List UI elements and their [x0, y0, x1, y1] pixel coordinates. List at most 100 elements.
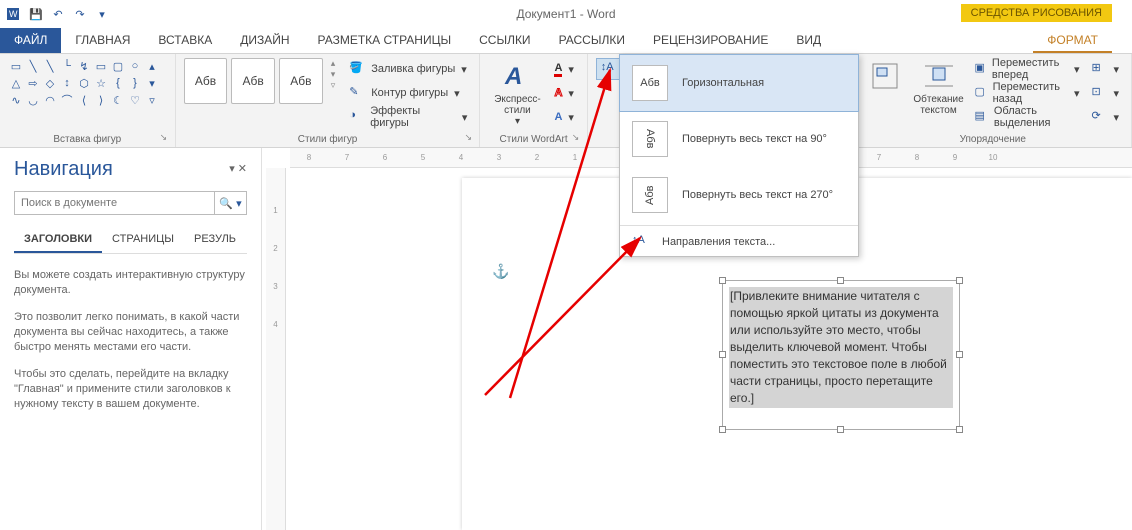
tab-home[interactable]: ГЛАВНАЯ: [61, 28, 144, 53]
shape-arc-icon[interactable]: ⌒: [59, 92, 75, 108]
text-effects-button[interactable]: A ▾: [550, 106, 577, 128]
tab-insert[interactable]: ВСТАВКА: [144, 28, 226, 53]
rotate-button[interactable]: ⟳▾: [1087, 106, 1123, 128]
shape-line-icon[interactable]: ╲: [25, 58, 41, 74]
group-button[interactable]: ⊡▾: [1087, 82, 1123, 104]
gallery-down-icon[interactable]: ▾: [331, 69, 336, 80]
gallery-more-icon[interactable]: ▿: [331, 80, 336, 91]
tab-file[interactable]: ФАЙЛ: [0, 28, 61, 53]
nav-close-button[interactable]: ▾ ✕: [229, 162, 247, 175]
tab-review[interactable]: РЕЦЕНЗИРОВАНИЕ: [639, 28, 782, 53]
shapes-gallery[interactable]: ▭╲╲└↯▭▢○▴ △⇨◇↕⬡☆{}▾ ∿◡◠⌒⟨⟩☾♡▿: [8, 58, 160, 108]
nav-search-input[interactable]: [15, 192, 214, 214]
align-icon: ⊞: [1091, 61, 1107, 77]
shape-connector-z-icon[interactable]: ↯: [76, 58, 92, 74]
ruler-vertical[interactable]: 1234: [266, 168, 286, 530]
shape-freeform-icon[interactable]: ◡: [25, 92, 41, 108]
resize-handle[interactable]: [837, 426, 844, 433]
group-shape-styles: Абв Абв Абв ▴ ▾ ▿ 🪣Заливка фигуры ▾ ✎Кон…: [176, 54, 481, 147]
align-button[interactable]: ⊞▾: [1087, 58, 1123, 80]
quick-styles-button[interactable]: A Экспресс-стили ▾: [488, 58, 546, 129]
nav-tab-pages[interactable]: СТРАНИЦЫ: [102, 227, 184, 253]
shape-bracket2-icon[interactable]: ⟩: [93, 92, 109, 108]
save-icon[interactable]: 💾: [26, 4, 46, 24]
nav-tab-headings[interactable]: ЗАГОЛОВКИ: [14, 227, 102, 253]
text-fill-button[interactable]: A ▾: [550, 58, 577, 80]
redo-icon[interactable]: ↷: [70, 4, 90, 24]
tab-mail[interactable]: РАССЫЛКИ: [545, 28, 639, 53]
tab-design[interactable]: ДИЗАЙН: [226, 28, 303, 53]
svg-text:W: W: [9, 9, 18, 19]
resize-handle[interactable]: [719, 351, 726, 358]
resize-handle[interactable]: [719, 277, 726, 284]
shape-textbox-icon[interactable]: ▭: [8, 58, 24, 74]
dd-horizontal[interactable]: Абв Горизонтальная: [619, 54, 859, 112]
shape-curve-icon[interactable]: ∿: [8, 92, 24, 108]
bucket-icon: 🪣: [349, 61, 365, 77]
shape-connector-l-icon[interactable]: └: [59, 58, 75, 74]
shapes-more-up-icon[interactable]: ▴: [144, 58, 160, 74]
resize-handle[interactable]: [837, 277, 844, 284]
shape-rbrace-icon[interactable]: }: [127, 75, 143, 91]
shape-hex-icon[interactable]: ⬡: [76, 75, 92, 91]
send-backward-button[interactable]: ▢Переместить назад ▾: [971, 82, 1084, 104]
resize-handle[interactable]: [719, 426, 726, 433]
wrap-text-button[interactable]: Обтекание текстом: [911, 58, 967, 118]
title-bar: W 💾 ↶ ↷ ▾ Документ1 - Word СРЕДСТВА РИСО…: [0, 0, 1132, 28]
tab-format[interactable]: ФОРМАТ: [1033, 28, 1112, 53]
bring-forward-button[interactable]: ▣Переместить вперед ▾: [971, 58, 1084, 80]
shapes-expand-icon[interactable]: ▿: [144, 92, 160, 108]
dd-more-options[interactable]: ↕A Направления текста...: [620, 228, 858, 256]
dd-rotate-90[interactable]: Абв Повернуть весь текст на 90°: [620, 111, 858, 167]
position-button[interactable]: [863, 58, 907, 96]
shape-rect-icon[interactable]: ▭: [93, 58, 109, 74]
search-icon[interactable]: 🔍 ▾: [214, 192, 246, 214]
tab-layout[interactable]: РАЗМЕТКА СТРАНИЦЫ: [304, 28, 466, 53]
shape-lbrace-icon[interactable]: {: [110, 75, 126, 91]
selection-pane-button[interactable]: ▤Область выделения: [971, 106, 1084, 128]
shape-line2-icon[interactable]: ╲: [42, 58, 58, 74]
text-box[interactable]: [Привлеките внимание читателя с помощью …: [722, 280, 960, 430]
text-outline-button[interactable]: A ▾: [550, 82, 577, 104]
style-preset-2[interactable]: Абв: [231, 58, 275, 104]
text-direction-dropdown: Абв Горизонтальная Абв Повернуть весь те…: [619, 54, 859, 257]
gallery-up-icon[interactable]: ▴: [331, 58, 336, 69]
dialog-launcher-icon[interactable]: ↘: [464, 132, 476, 144]
rotate90-preview-icon: Абв: [632, 121, 668, 157]
shape-bracket-icon[interactable]: ⟨: [76, 92, 92, 108]
dd-rotate-270[interactable]: Абв Повернуть весь текст на 270°: [620, 167, 858, 223]
customize-icon[interactable]: ▾: [92, 4, 112, 24]
shape-outline-button[interactable]: ✎Контур фигуры ▾: [345, 82, 471, 104]
shape-fill-button[interactable]: 🪣Заливка фигуры ▾: [345, 58, 471, 80]
resize-handle[interactable]: [956, 351, 963, 358]
shape-star-icon[interactable]: ☆: [93, 75, 109, 91]
quick-access-toolbar: W 💾 ↶ ↷ ▾: [0, 2, 116, 26]
shape-moon-icon[interactable]: ☾: [110, 92, 126, 108]
text-effects-icon: A: [554, 111, 562, 123]
shape-curve2-icon[interactable]: ◠: [42, 92, 58, 108]
nav-text-1: Вы можете создать интерактивную структур…: [14, 268, 247, 298]
shape-triangle-icon[interactable]: △: [8, 75, 24, 91]
shape-effects-button[interactable]: ◑Эффекты фигуры ▾: [345, 106, 471, 128]
nav-tab-results[interactable]: РЕЗУЛЬ: [184, 227, 246, 253]
word-icon[interactable]: W: [4, 4, 24, 24]
resize-handle[interactable]: [956, 277, 963, 284]
shapes-more-down-icon[interactable]: ▾: [144, 75, 160, 91]
tab-view[interactable]: ВИД: [782, 28, 835, 53]
dialog-launcher-icon[interactable]: ↘: [572, 132, 584, 144]
dialog-launcher-icon[interactable]: ↘: [160, 132, 172, 144]
effects-icon: ◑: [349, 109, 364, 125]
shape-rarrow-icon[interactable]: ⇨: [25, 75, 41, 91]
shape-arrow2-icon[interactable]: ↕: [59, 75, 75, 91]
resize-handle[interactable]: [956, 426, 963, 433]
tab-refs[interactable]: ССЫЛКИ: [465, 28, 544, 53]
shape-heart-icon[interactable]: ♡: [127, 92, 143, 108]
undo-icon[interactable]: ↶: [48, 4, 68, 24]
shape-diamond-icon[interactable]: ◇: [42, 75, 58, 91]
shape-roundrect-icon[interactable]: ▢: [110, 58, 126, 74]
style-preset-3[interactable]: Абв: [279, 58, 323, 104]
contextual-tab-title: СРЕДСТВА РИСОВАНИЯ: [961, 4, 1112, 22]
text-box-content[interactable]: [Привлеките внимание читателя с помощью …: [729, 287, 953, 408]
shape-oval-icon[interactable]: ○: [127, 58, 143, 74]
style-preset-1[interactable]: Абв: [184, 58, 228, 104]
